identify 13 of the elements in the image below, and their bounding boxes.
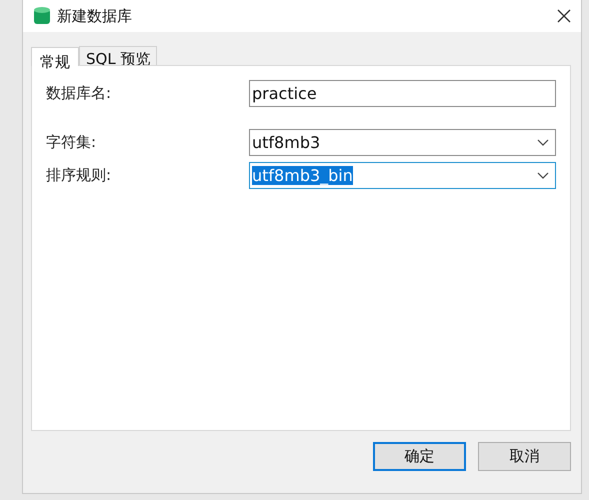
- field-label: 数据库名:: [46, 84, 112, 103]
- database-icon: [33, 6, 51, 26]
- dropdown-field[interactable]: utf8mb3_bin: [249, 162, 556, 189]
- cancel-button[interactable]: 取消: [478, 442, 571, 471]
- field-label: 排序规则:: [46, 166, 112, 185]
- ok-button[interactable]: 确定: [373, 442, 466, 471]
- chevron-down-icon: [537, 172, 549, 180]
- field-label: 字符集:: [46, 133, 98, 152]
- dropdown-field[interactable]: utf8mb3: [249, 129, 556, 156]
- window-title: 新建数据库: [57, 6, 133, 26]
- input-field[interactable]: practice: [249, 80, 556, 107]
- chevron-down-icon: [537, 138, 549, 146]
- close-icon[interactable]: [557, 9, 571, 23]
